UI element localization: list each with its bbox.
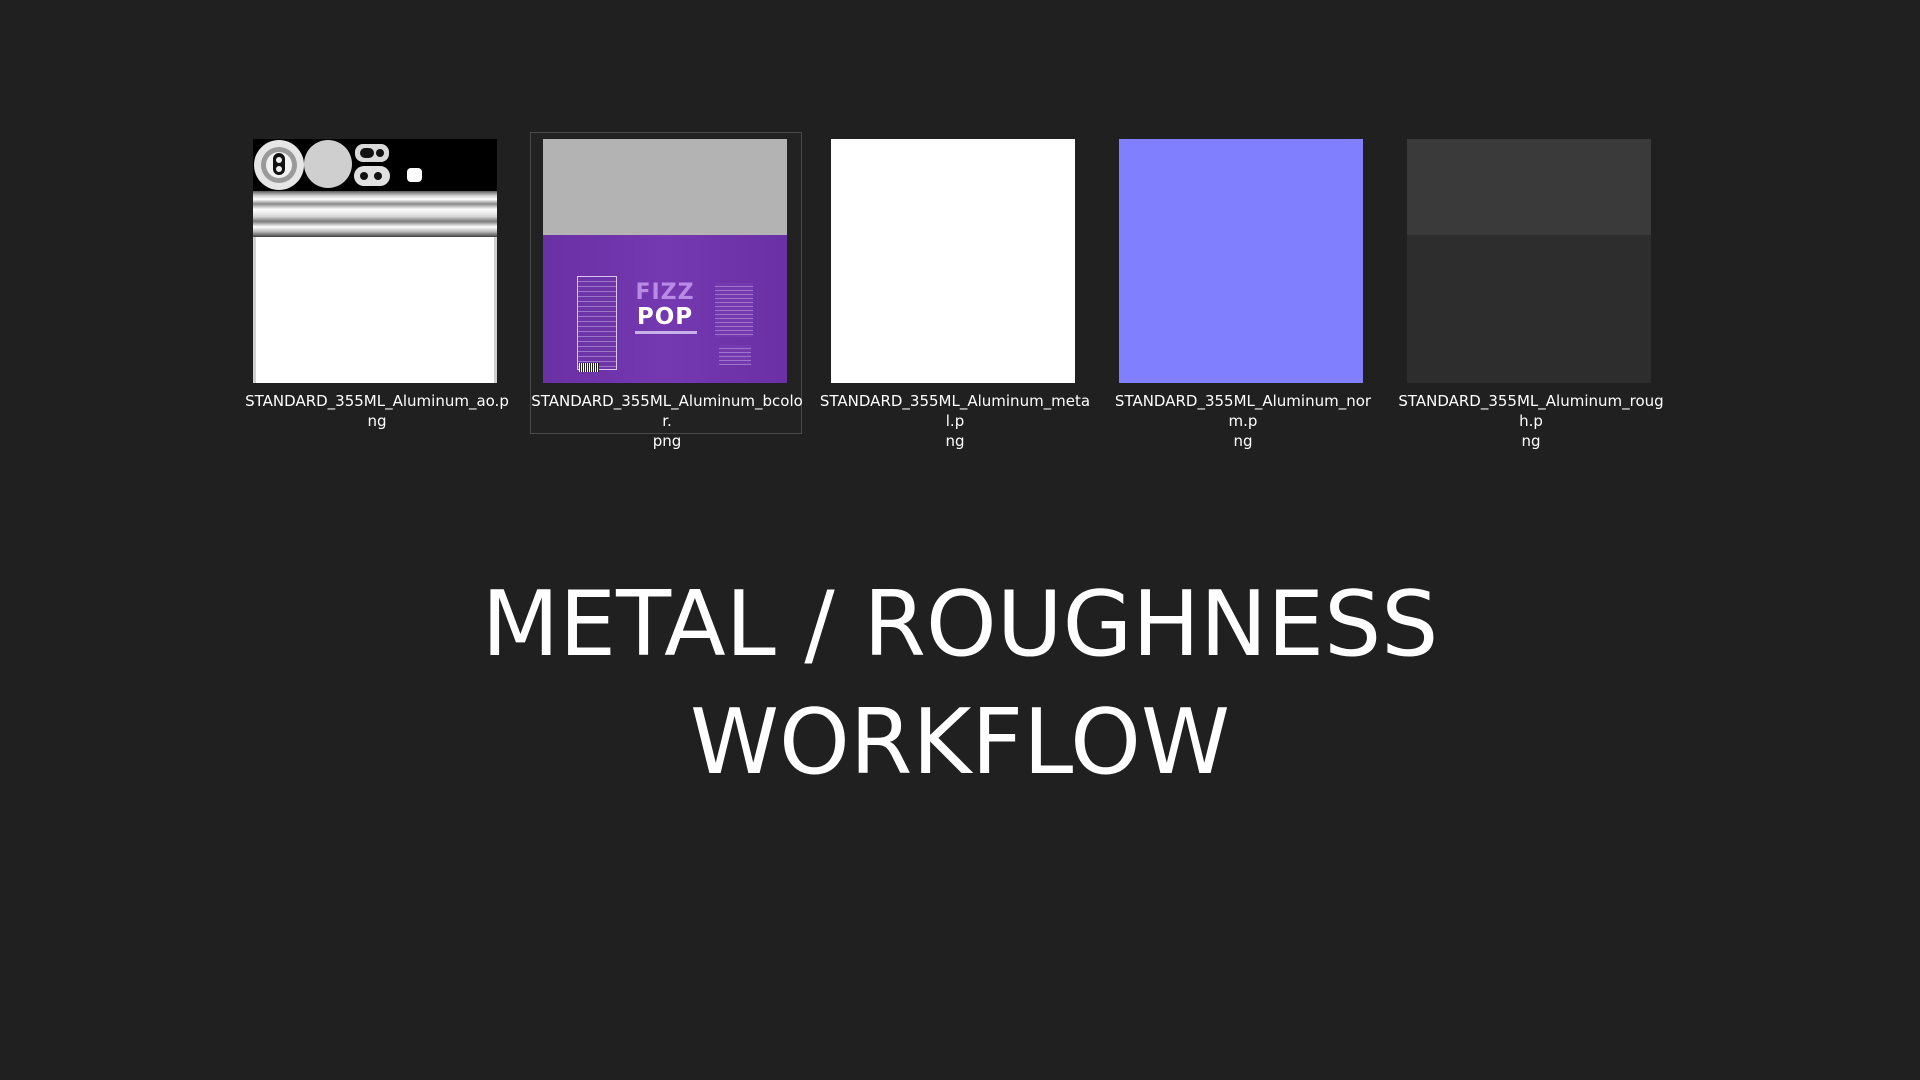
file-item-bcolor[interactable]: FIZZ POP STANDARD_355ML_Aluminum_bcolor.… (530, 132, 803, 450)
ao-map-edge (494, 237, 497, 383)
ao-thumbnail (253, 139, 497, 383)
brand-logo: FIZZ POP (623, 280, 707, 330)
ao-map-body-band (253, 191, 497, 237)
file-item-norm[interactable]: STANDARD_355ML_Aluminum_norm.p ng (1106, 132, 1378, 450)
file-grid: STANDARD_355ML_Aluminum_ao.png FIZZ POP … (240, 132, 1680, 450)
brand-tagline (635, 331, 697, 334)
ao-map-dark-region (253, 139, 497, 191)
file-name: STANDARD_355ML_Aluminum_bcolor. png (531, 392, 803, 450)
label-copy-text (715, 283, 753, 337)
roughness-lid-region (1407, 139, 1651, 235)
label-copy-text (719, 345, 751, 365)
bcolor-thumbnail: FIZZ POP (543, 139, 787, 383)
bcolor-gray-region (543, 139, 787, 235)
file-item-rough[interactable]: STANDARD_355ML_Aluminum_rough.p ng (1394, 132, 1666, 450)
brand-logo-bottom: POP (636, 304, 694, 330)
can-lid-ao-shapes (254, 140, 422, 190)
ao-map-edge (253, 237, 256, 383)
brand-logo-top: FIZZ (635, 280, 695, 305)
file-name: STANDARD_355ML_Aluminum_ao.png (245, 392, 509, 430)
normal-map-thumbnail (1119, 139, 1363, 383)
headline-line: METAL / ROUGHNESS (481, 572, 1439, 677)
barcode (579, 363, 599, 372)
file-item-metal[interactable]: STANDARD_355ML_Aluminum_metal.p ng (818, 132, 1090, 450)
metal-thumbnail (831, 139, 1075, 383)
roughness-thumbnail (1407, 139, 1651, 383)
file-name: STANDARD_355ML_Aluminum_metal.p ng (819, 392, 1091, 450)
headline-line: WORKFLOW (690, 690, 1230, 795)
file-name: STANDARD_355ML_Aluminum_rough.p ng (1398, 392, 1664, 450)
slide-background: STANDARD_355ML_Aluminum_ao.png FIZZ POP … (0, 0, 1920, 1080)
workflow-headline: METAL / ROUGHNESS WORKFLOW (0, 566, 1920, 802)
file-name: STANDARD_355ML_Aluminum_norm.p ng (1114, 392, 1372, 450)
file-item-ao[interactable]: STANDARD_355ML_Aluminum_ao.png (240, 132, 512, 434)
nutrition-facts-panel (577, 276, 617, 370)
